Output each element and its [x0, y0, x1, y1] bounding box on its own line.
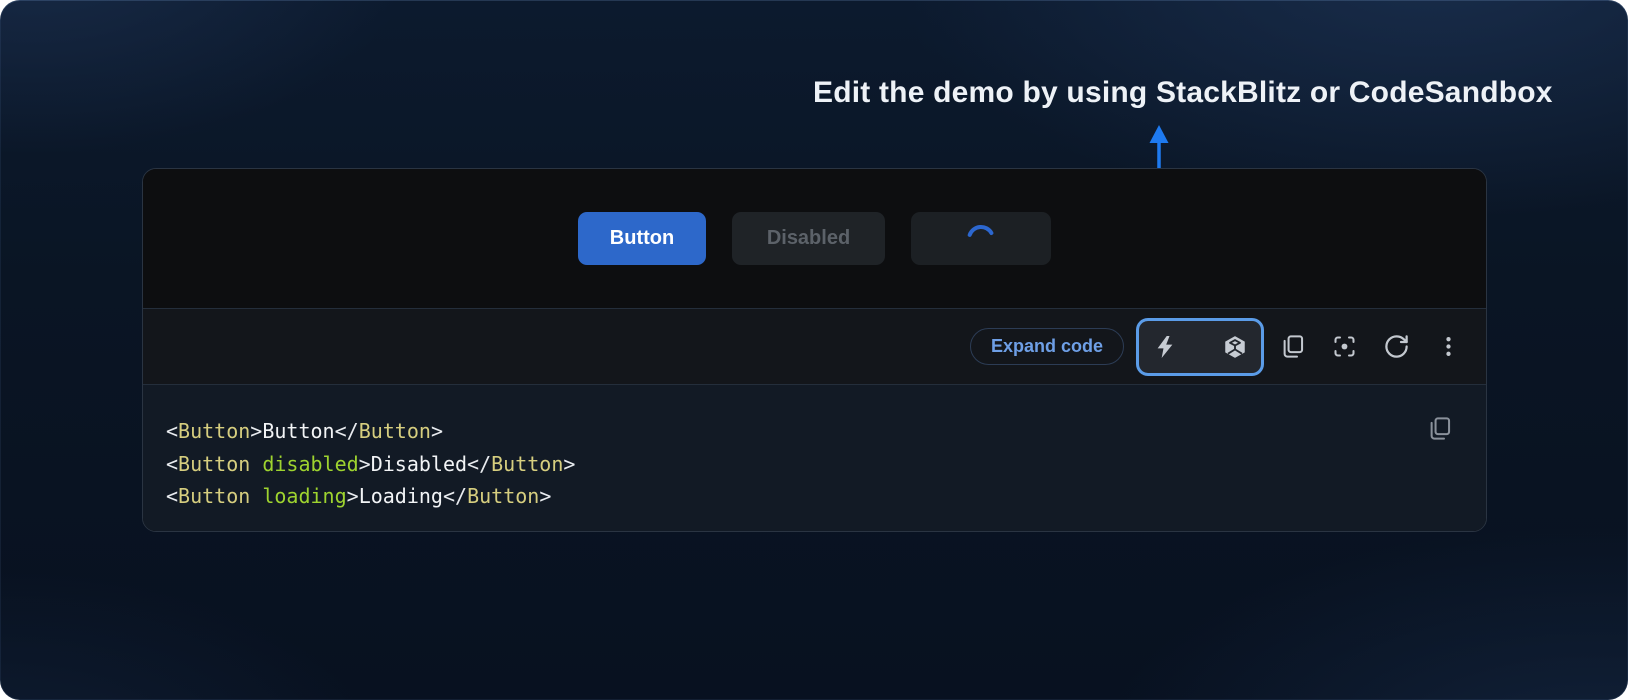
demo-button-primary[interactable]: Button — [578, 212, 706, 265]
focus-icon — [1331, 333, 1358, 360]
code-lines: <Button>Button</Button><Button disabled>… — [166, 415, 1416, 513]
edit-online-group — [1136, 318, 1264, 376]
copy-demo-button[interactable] — [1274, 329, 1310, 365]
code-block: <Button>Button</Button><Button disabled>… — [143, 385, 1486, 531]
demo-toolbar: Expand code — [143, 308, 1486, 385]
focus-demo-button[interactable] — [1326, 329, 1362, 365]
code-line: <Button>Button</Button> — [166, 415, 1416, 448]
code-line: <Button loading>Loading</Button> — [166, 480, 1416, 513]
copy-icon — [1279, 333, 1306, 360]
refresh-icon — [1383, 333, 1410, 360]
more-actions-button[interactable] — [1430, 329, 1466, 365]
demo-card: Button Disabled Expand code — [142, 168, 1487, 532]
stackblitz-icon — [1152, 334, 1178, 360]
demo-preview: Button Disabled — [143, 169, 1486, 308]
codesandbox-button[interactable] — [1222, 334, 1248, 360]
expand-code-button[interactable]: Expand code — [970, 328, 1124, 365]
demo-button-disabled[interactable]: Disabled — [732, 212, 885, 265]
demo-button-loading[interactable] — [911, 212, 1051, 265]
docs-dark-panel: Edit the demo by using StackBlitz or Cod… — [0, 0, 1628, 700]
copy-code-button[interactable] — [1422, 411, 1456, 445]
annotation-caption: Edit the demo by using StackBlitz or Cod… — [813, 76, 1553, 110]
refresh-demo-button[interactable] — [1378, 329, 1414, 365]
loading-spinner-icon — [966, 224, 996, 254]
stackblitz-button[interactable] — [1152, 334, 1178, 360]
codesandbox-icon — [1222, 334, 1248, 360]
code-line: <Button disabled>Disabled</Button> — [166, 448, 1416, 481]
more-vertical-icon — [1435, 333, 1462, 360]
copy-icon — [1426, 415, 1453, 442]
arrow-head — [1150, 125, 1169, 143]
